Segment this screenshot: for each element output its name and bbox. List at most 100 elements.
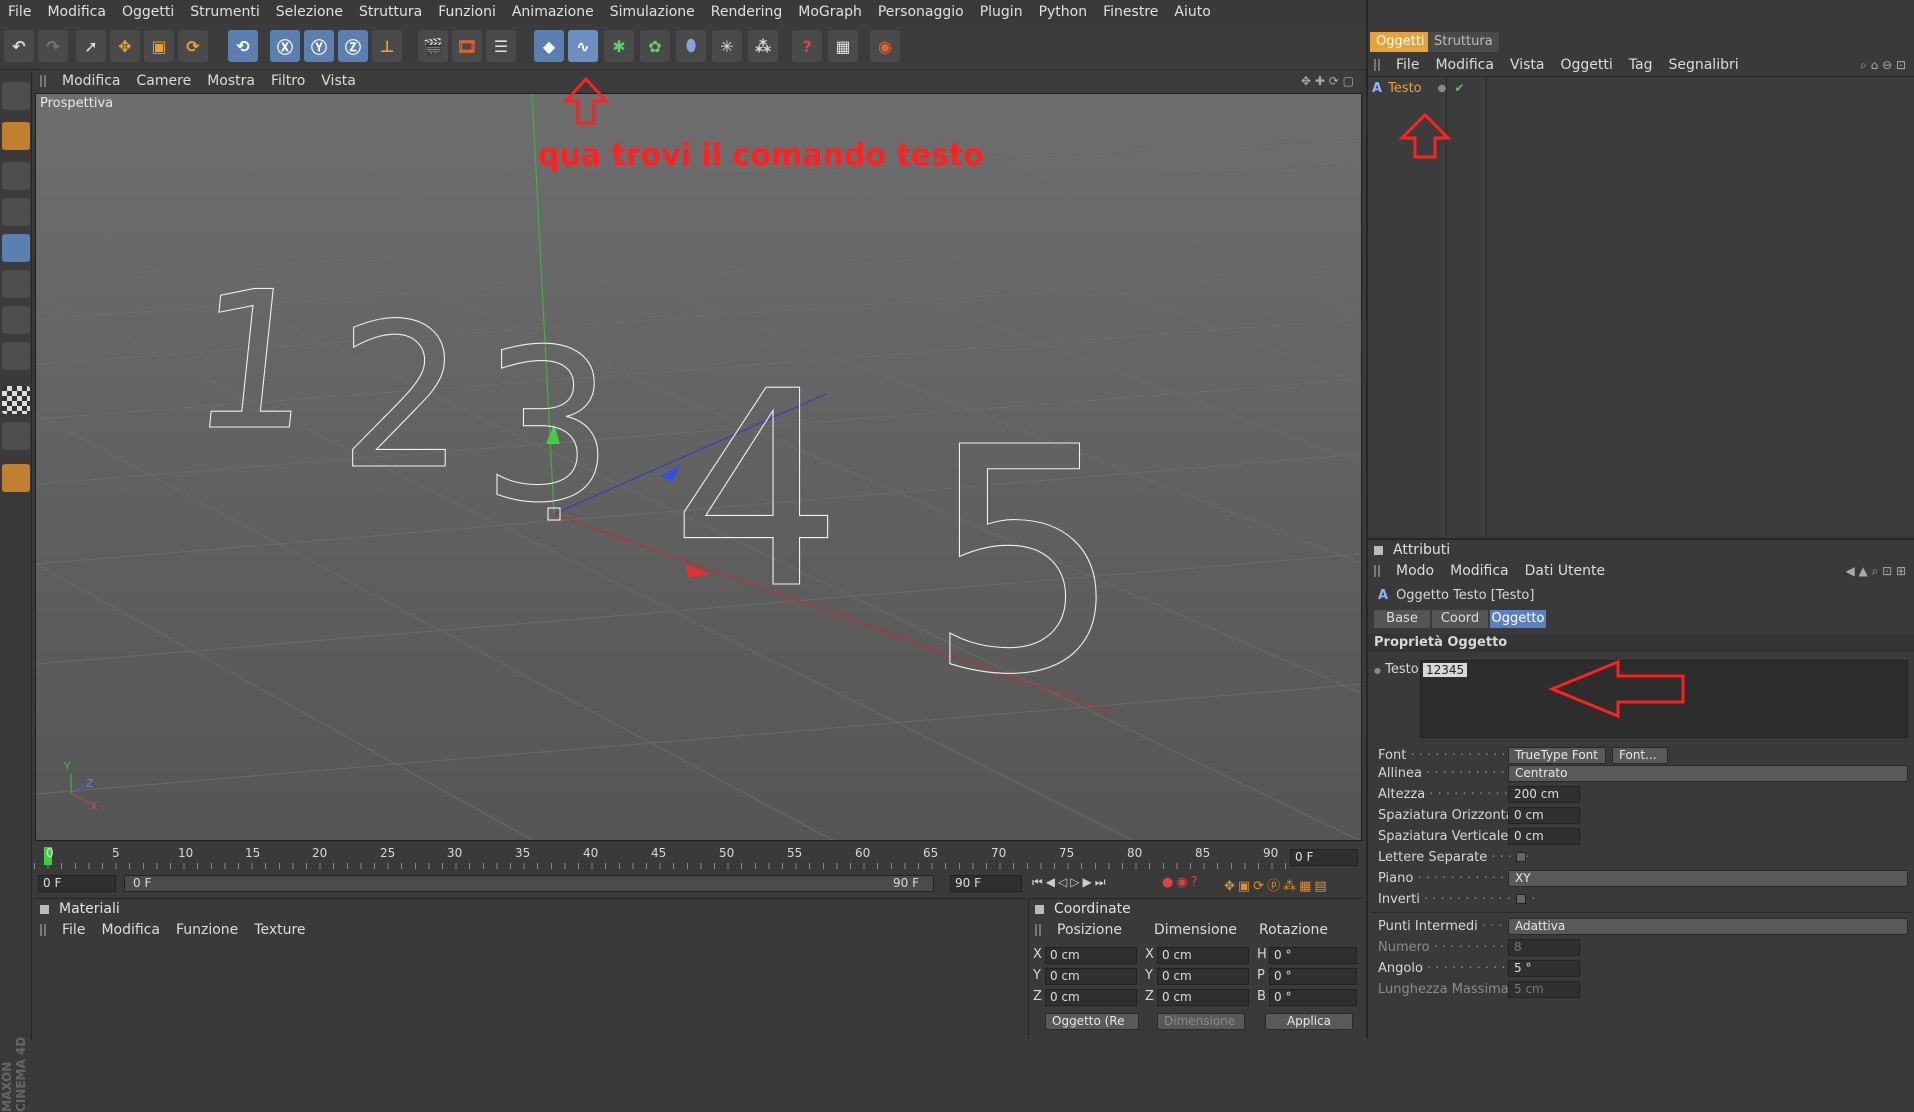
plane-dropdown[interactable]: XY bbox=[1508, 870, 1908, 887]
menu-rendering[interactable]: Rendering bbox=[703, 4, 791, 20]
snap-icon[interactable] bbox=[2, 422, 30, 450]
help-icon[interactable]: ? bbox=[792, 30, 822, 62]
coordinate-system-icon[interactable]: ⊥ bbox=[372, 30, 402, 62]
menu-finestre[interactable]: Finestre bbox=[1095, 4, 1166, 20]
vp-menu-mostra[interactable]: Mostra bbox=[199, 73, 263, 89]
font-button[interactable]: Font... bbox=[1612, 747, 1668, 764]
hspacing-field[interactable]: 0 cm bbox=[1508, 807, 1580, 824]
redo-icon[interactable]: ↷ bbox=[38, 30, 68, 62]
obj-menu-file[interactable]: File bbox=[1388, 57, 1427, 73]
y-axis-lock-icon[interactable]: Ⓨ bbox=[304, 30, 334, 62]
menu-plugin[interactable]: Plugin bbox=[972, 4, 1031, 20]
z-axis-lock-icon[interactable]: Ⓩ bbox=[338, 30, 368, 62]
pos-y-field[interactable]: 0 cm bbox=[1045, 968, 1137, 985]
workplane-mode-icon[interactable] bbox=[2, 342, 30, 370]
objects-search-icon[interactable]: ⌕ ⌂ ⊖ ⊡ bbox=[1852, 58, 1914, 73]
menu-modifica[interactable]: Modifica bbox=[39, 4, 114, 20]
rot-b-field[interactable]: 0 ° bbox=[1269, 989, 1357, 1006]
obj-menu-segnalibri[interactable]: Segnalibri bbox=[1660, 57, 1746, 73]
viewport-nav-icons[interactable]: ✥ ✚ ⟳ ▢ bbox=[1293, 74, 1362, 88]
visibility-dots-icon[interactable]: ● bbox=[1438, 83, 1447, 94]
undo-icon[interactable]: ↶ bbox=[4, 30, 34, 62]
texture-mode-icon[interactable] bbox=[2, 306, 30, 334]
tab-struttura[interactable]: Struttura bbox=[1428, 32, 1499, 52]
spline-tools-icon[interactable]: ∿ bbox=[568, 30, 598, 62]
menu-simulazione[interactable]: Simulazione bbox=[602, 4, 703, 20]
vp-menu-filtro[interactable]: Filtro bbox=[263, 73, 313, 89]
enabled-check-icon[interactable]: ✔ bbox=[1454, 81, 1464, 95]
start-frame-field[interactable]: 0 F bbox=[38, 875, 116, 892]
pos-x-field[interactable]: 0 cm bbox=[1045, 947, 1137, 964]
range-slider[interactable]: 0 F 90 F bbox=[124, 875, 934, 892]
move-icon[interactable]: ✥ bbox=[110, 30, 140, 62]
web-icon[interactable]: ◉ bbox=[870, 30, 900, 62]
current-frame-field[interactable]: 0 F bbox=[1290, 849, 1358, 866]
tab-base[interactable]: Base bbox=[1374, 610, 1430, 628]
rot-h-field[interactable]: 0 ° bbox=[1269, 947, 1357, 964]
object-name[interactable]: Testo bbox=[1388, 81, 1422, 96]
separate-checkbox[interactable] bbox=[1516, 852, 1526, 862]
menu-python[interactable]: Python bbox=[1031, 4, 1096, 20]
axis-mode-icon[interactable] bbox=[2, 464, 30, 492]
tab-coord[interactable]: Coord bbox=[1432, 610, 1488, 628]
maxlen-field[interactable]: 5 cm bbox=[1508, 981, 1580, 998]
mat-menu-funzione[interactable]: Funzione bbox=[168, 922, 246, 938]
vspacing-field[interactable]: 0 cm bbox=[1508, 828, 1580, 845]
recent-tools-icon[interactable]: ⟲ bbox=[228, 30, 258, 62]
obj-menu-vista[interactable]: Vista bbox=[1502, 57, 1553, 73]
vp-menu-modifica[interactable]: Modifica bbox=[54, 73, 129, 89]
attr-nav-icons[interactable]: ◀ ▲ ⌕ ⊡ ⊞ bbox=[1837, 564, 1914, 579]
layout-icon[interactable] bbox=[2, 82, 30, 110]
object-item-testo[interactable]: A Testo ● ✔ bbox=[1372, 79, 1464, 97]
menu-animazione[interactable]: Animazione bbox=[504, 4, 602, 20]
make-editable-icon[interactable] bbox=[2, 122, 30, 150]
number-field[interactable]: 8 bbox=[1508, 939, 1580, 956]
dim-z-field[interactable]: 0 cm bbox=[1157, 989, 1249, 1006]
model-mode-icon[interactable] bbox=[2, 270, 30, 298]
mograph-cloner-icon[interactable]: ✿ bbox=[640, 30, 670, 62]
nurbs-icon[interactable]: ✱ bbox=[604, 30, 634, 62]
menu-funzioni[interactable]: Funzioni bbox=[430, 4, 504, 20]
vp-menu-vista[interactable]: Vista bbox=[313, 73, 364, 89]
render-view-icon[interactable]: 🎬 bbox=[418, 30, 448, 62]
menu-personaggio[interactable]: Personaggio bbox=[870, 4, 972, 20]
obj-menu-modifica[interactable]: Modifica bbox=[1427, 57, 1502, 73]
edges-mode-icon[interactable] bbox=[2, 198, 30, 226]
vp-menu-camere[interactable]: Camere bbox=[129, 73, 200, 89]
transport-controls[interactable]: ⏮◀◁▷▶⏭ bbox=[1032, 875, 1109, 890]
height-field[interactable]: 200 cm bbox=[1508, 786, 1580, 803]
mat-menu-file[interactable]: File bbox=[54, 922, 93, 938]
intermediate-dropdown[interactable]: Adattiva bbox=[1508, 918, 1908, 935]
scene-icon[interactable]: ✳ bbox=[712, 30, 742, 62]
render-settings-icon[interactable]: ☰ bbox=[486, 30, 516, 62]
apply-button[interactable]: Applica bbox=[1265, 1013, 1353, 1030]
scale-icon[interactable]: ▣ bbox=[144, 30, 174, 62]
menu-oggetti[interactable]: Oggetti bbox=[114, 4, 182, 20]
tab-oggetti[interactable]: Oggetti bbox=[1370, 32, 1431, 52]
tab-oggetto[interactable]: Oggetto bbox=[1490, 610, 1546, 628]
menu-file[interactable]: File bbox=[0, 4, 39, 20]
checker-icon[interactable] bbox=[2, 386, 30, 414]
obj-menu-tag[interactable]: Tag bbox=[1621, 57, 1661, 73]
x-axis-lock-icon[interactable]: Ⓧ bbox=[270, 30, 300, 62]
pos-z-field[interactable]: 0 cm bbox=[1045, 989, 1137, 1006]
invert-checkbox[interactable] bbox=[1516, 894, 1526, 904]
points-mode-icon[interactable] bbox=[2, 162, 30, 190]
menu-selezione[interactable]: Selezione bbox=[268, 4, 351, 20]
timeline-ruler[interactable]: 0 5 10 15 20 25 30 35 40 45 50 55 60 65 … bbox=[34, 843, 1362, 871]
dim-x-field[interactable]: 0 cm bbox=[1157, 947, 1249, 964]
font-dropdown[interactable]: TrueType Font bbox=[1508, 747, 1606, 764]
record-keys-icon[interactable]: ●◉? bbox=[1162, 875, 1201, 890]
mat-menu-modifica[interactable]: Modifica bbox=[93, 922, 168, 938]
menu-struttura[interactable]: Struttura bbox=[351, 4, 430, 20]
menu-strumenti[interactable]: Strumenti bbox=[182, 4, 268, 20]
coord-size-dropdown[interactable]: Dimensione bbox=[1157, 1013, 1245, 1030]
deformer-icon[interactable]: ⬮ bbox=[676, 30, 706, 62]
attr-menu-dati-utente[interactable]: Dati Utente bbox=[1517, 563, 1614, 579]
render-picture-viewer-icon[interactable]: 🎞 bbox=[452, 30, 482, 62]
rot-p-field[interactable]: 0 ° bbox=[1269, 968, 1357, 985]
align-dropdown[interactable]: Centrato bbox=[1508, 765, 1908, 782]
select-pointer-icon[interactable]: ➚ bbox=[76, 30, 106, 62]
end-frame-field[interactable]: 90 F bbox=[950, 875, 1022, 892]
cube-primitive-icon[interactable]: ◆ bbox=[534, 30, 564, 62]
